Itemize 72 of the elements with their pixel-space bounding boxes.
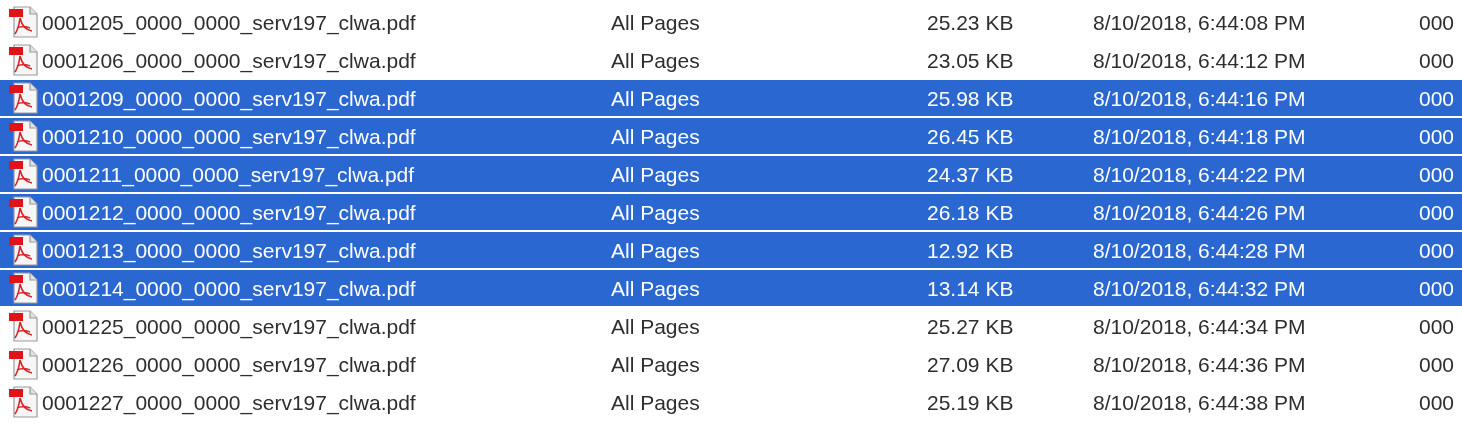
file-size: 12.92 KB: [927, 237, 1015, 264]
table-cell-text: 000: [1419, 9, 1456, 36]
table-cell-text: 000: [1419, 313, 1456, 340]
pdf-file-icon: [8, 196, 38, 228]
file-name: 0001213_0000_0000_serv197_clwa.pdf: [42, 237, 417, 264]
file-date: 8/10/2018, 6:44:16 PM: [1093, 85, 1307, 112]
file-name: 0001210_0000_0000_serv197_clwa.pdf: [42, 123, 417, 150]
file-name: 0001206_0000_0000_serv197_clwa.pdf: [42, 47, 417, 74]
file-size: 26.18 KB: [927, 199, 1015, 226]
pdf-file-icon: [8, 6, 38, 38]
file-row[interactable]: 0001209_0000_0000_serv197_clwa.pdf All Pages 25.98 KB 8/10/2018, 6:44:16 PM 000: [0, 80, 1462, 118]
pdf-file-icon: [8, 44, 38, 76]
file-name: 0001209_0000_0000_serv197_clwa.pdf: [42, 85, 417, 112]
table-cell-text: 000: [1419, 275, 1456, 302]
table-cell-text: 000: [1419, 199, 1456, 226]
file-date: 8/10/2018, 6:44:18 PM: [1093, 123, 1307, 150]
file-kind: All Pages: [611, 389, 701, 416]
file-name: 0001227_0000_0000_serv197_clwa.pdf: [42, 389, 417, 416]
file-row[interactable]: 0001212_0000_0000_serv197_clwa.pdf All Pages 26.18 KB 8/10/2018, 6:44:26 PM 000: [0, 194, 1462, 232]
pdf-file-icon: [8, 386, 38, 418]
table-cell-text: 000: [1419, 85, 1456, 112]
file-size: 24.37 KB: [927, 161, 1015, 188]
file-size: 25.19 KB: [927, 389, 1015, 416]
file-date: 8/10/2018, 6:44:26 PM: [1093, 199, 1307, 226]
file-date: 8/10/2018, 6:44:38 PM: [1093, 389, 1307, 416]
file-size: 25.27 KB: [927, 313, 1015, 340]
file-row[interactable]: 0001213_0000_0000_serv197_clwa.pdf All Pages 12.92 KB 8/10/2018, 6:44:28 PM 000: [0, 232, 1462, 270]
file-name: 0001214_0000_0000_serv197_clwa.pdf: [42, 275, 417, 302]
table-cell-text: 000: [1419, 389, 1456, 416]
table-cell-text: 000: [1419, 161, 1456, 188]
file-row[interactable]: 0001214_0000_0000_serv197_clwa.pdf All Pages 13.14 KB 8/10/2018, 6:44:32 PM 000: [0, 270, 1462, 308]
file-name: 0001226_0000_0000_serv197_clwa.pdf: [42, 351, 417, 378]
file-date: 8/10/2018, 6:44:28 PM: [1093, 237, 1307, 264]
file-name: 0001205_0000_0000_serv197_clwa.pdf: [42, 9, 417, 36]
file-date: 8/10/2018, 6:44:08 PM: [1093, 9, 1307, 36]
pdf-file-icon: [8, 348, 38, 380]
file-row[interactable]: 0001210_0000_0000_serv197_clwa.pdf All Pages 26.45 KB 8/10/2018, 6:44:18 PM 000: [0, 118, 1462, 156]
file-kind: All Pages: [611, 9, 701, 36]
file-date: 8/10/2018, 6:44:12 PM: [1093, 47, 1307, 74]
file-date: 8/10/2018, 6:44:22 PM: [1093, 161, 1307, 188]
file-kind: All Pages: [611, 313, 701, 340]
file-name: 0001212_0000_0000_serv197_clwa.pdf: [42, 199, 417, 226]
pdf-file-icon: [8, 158, 38, 190]
file-date: 8/10/2018, 6:44:32 PM: [1093, 275, 1307, 302]
file-kind: All Pages: [611, 237, 701, 264]
file-date: 8/10/2018, 6:44:36 PM: [1093, 351, 1307, 378]
table-cell-text: 000: [1419, 123, 1456, 150]
file-kind: All Pages: [611, 123, 701, 150]
file-kind: All Pages: [611, 351, 701, 378]
file-name: 0001225_0000_0000_serv197_clwa.pdf: [42, 313, 417, 340]
pdf-file-icon: [8, 272, 38, 304]
file-kind: All Pages: [611, 85, 701, 112]
file-kind: All Pages: [611, 161, 701, 188]
pdf-file-icon: [8, 310, 38, 342]
file-size: 25.98 KB: [927, 85, 1015, 112]
pdf-file-icon: [8, 120, 38, 152]
file-size: 23.05 KB: [927, 47, 1015, 74]
file-kind: All Pages: [611, 275, 701, 302]
table-cell-text: 000: [1419, 47, 1456, 74]
file-kind: All Pages: [611, 199, 701, 226]
pdf-file-icon: [8, 234, 38, 266]
file-size: 25.23 KB: [927, 9, 1015, 36]
file-date: 8/10/2018, 6:44:34 PM: [1093, 313, 1307, 340]
file-size: 13.14 KB: [927, 275, 1015, 302]
table-cell-text: 000: [1419, 237, 1456, 264]
file-name: 0001211_0000_0000_serv197_clwa.pdf: [42, 161, 416, 188]
file-row[interactable]: 0001211_0000_0000_serv197_clwa.pdf All Pages 24.37 KB 8/10/2018, 6:44:22 PM 000: [0, 156, 1462, 194]
file-size: 27.09 KB: [927, 351, 1015, 378]
file-kind: All Pages: [611, 47, 701, 74]
table-cell-text: 000: [1419, 351, 1456, 378]
pdf-file-icon: [8, 82, 38, 114]
file-size: 26.45 KB: [927, 123, 1015, 150]
